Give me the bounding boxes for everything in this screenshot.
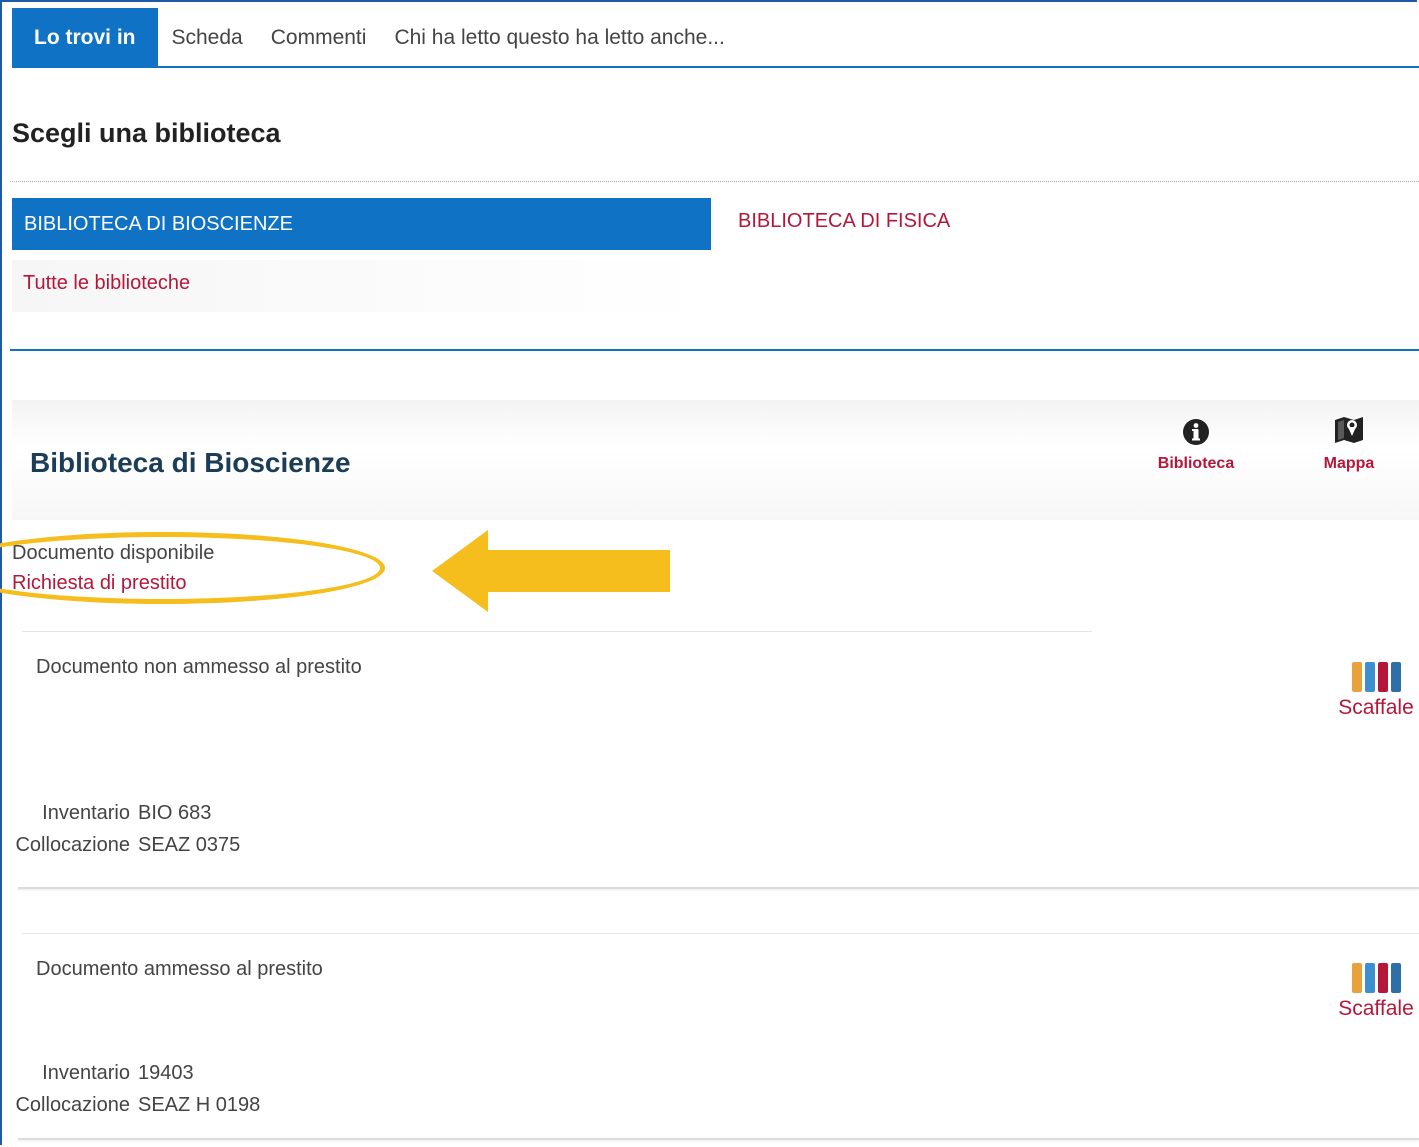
dotted-divider: [10, 181, 1419, 182]
library-option-fisica[interactable]: BIBLIOTECA DI FISICA: [738, 210, 950, 233]
shelf-button[interactable]: Scaffale: [1333, 963, 1419, 1021]
location-row: Collocazione SEAZ H 0198: [0, 1094, 260, 1117]
inventory-row: Inventario BIO 683: [0, 802, 211, 825]
all-libraries-link[interactable]: Tutte le biblioteche: [23, 272, 190, 295]
location-value: SEAZ 0375: [138, 834, 241, 856]
tab-scheda[interactable]: Scheda: [158, 8, 257, 68]
location-value: SEAZ H 0198: [138, 1094, 261, 1116]
inventory-value: 19403: [138, 1062, 194, 1084]
info-icon: [1183, 419, 1209, 445]
library-option-bioscienze[interactable]: BIBLIOTECA DI BIOSCIENZE: [12, 198, 711, 250]
tab-commenti[interactable]: Commenti: [257, 8, 381, 68]
shelf-label: Scaffale: [1338, 696, 1414, 719]
location-label: Collocazione: [15, 834, 130, 856]
tabs-underline: [12, 66, 1419, 68]
library-option-label: BIBLIOTECA DI BIOSCIENZE: [24, 212, 293, 235]
inventory-label: Inventario: [42, 802, 130, 824]
map-icon: [1335, 417, 1363, 443]
shelf-button[interactable]: Scaffale: [1333, 662, 1419, 720]
tab-also-read[interactable]: Chi ha letto questo ha letto anche...: [380, 8, 738, 68]
map-label: Mappa: [1323, 455, 1375, 472]
location-row: Collocazione SEAZ 0375: [0, 834, 240, 857]
map-button[interactable]: Mappa: [1312, 414, 1386, 473]
shelf-icon: [1333, 963, 1419, 993]
row-separator: [18, 1138, 1419, 1140]
item-divider: [22, 631, 1092, 632]
inventory-value: BIO 683: [138, 802, 212, 824]
section-divider: [10, 349, 1419, 351]
highlight-arrow-icon: [432, 530, 670, 612]
row-separator: [18, 887, 1419, 889]
shelf-label: Scaffale: [1338, 997, 1414, 1020]
inventory-row: Inventario 19403: [0, 1062, 194, 1085]
item-status: Documento ammesso al prestito: [36, 958, 323, 980]
library-info-label: Biblioteca: [1157, 455, 1235, 472]
location-label: Collocazione: [15, 1094, 130, 1116]
item-status: Documento non ammesso al prestito: [36, 656, 362, 678]
library-name: Biblioteca di Bioscienze: [30, 447, 351, 478]
tab-bar: Lo trovi in Scheda Commenti Chi ha letto…: [12, 8, 1419, 68]
choose-library-title: Scegli una biblioteca: [12, 118, 281, 148]
shelf-icon: [1333, 662, 1419, 692]
library-info-button[interactable]: Biblioteca: [1146, 418, 1246, 473]
item-divider: [22, 933, 1419, 934]
inventory-label: Inventario: [42, 1062, 130, 1084]
tab-lo-trovi-in[interactable]: Lo trovi in: [12, 8, 158, 68]
